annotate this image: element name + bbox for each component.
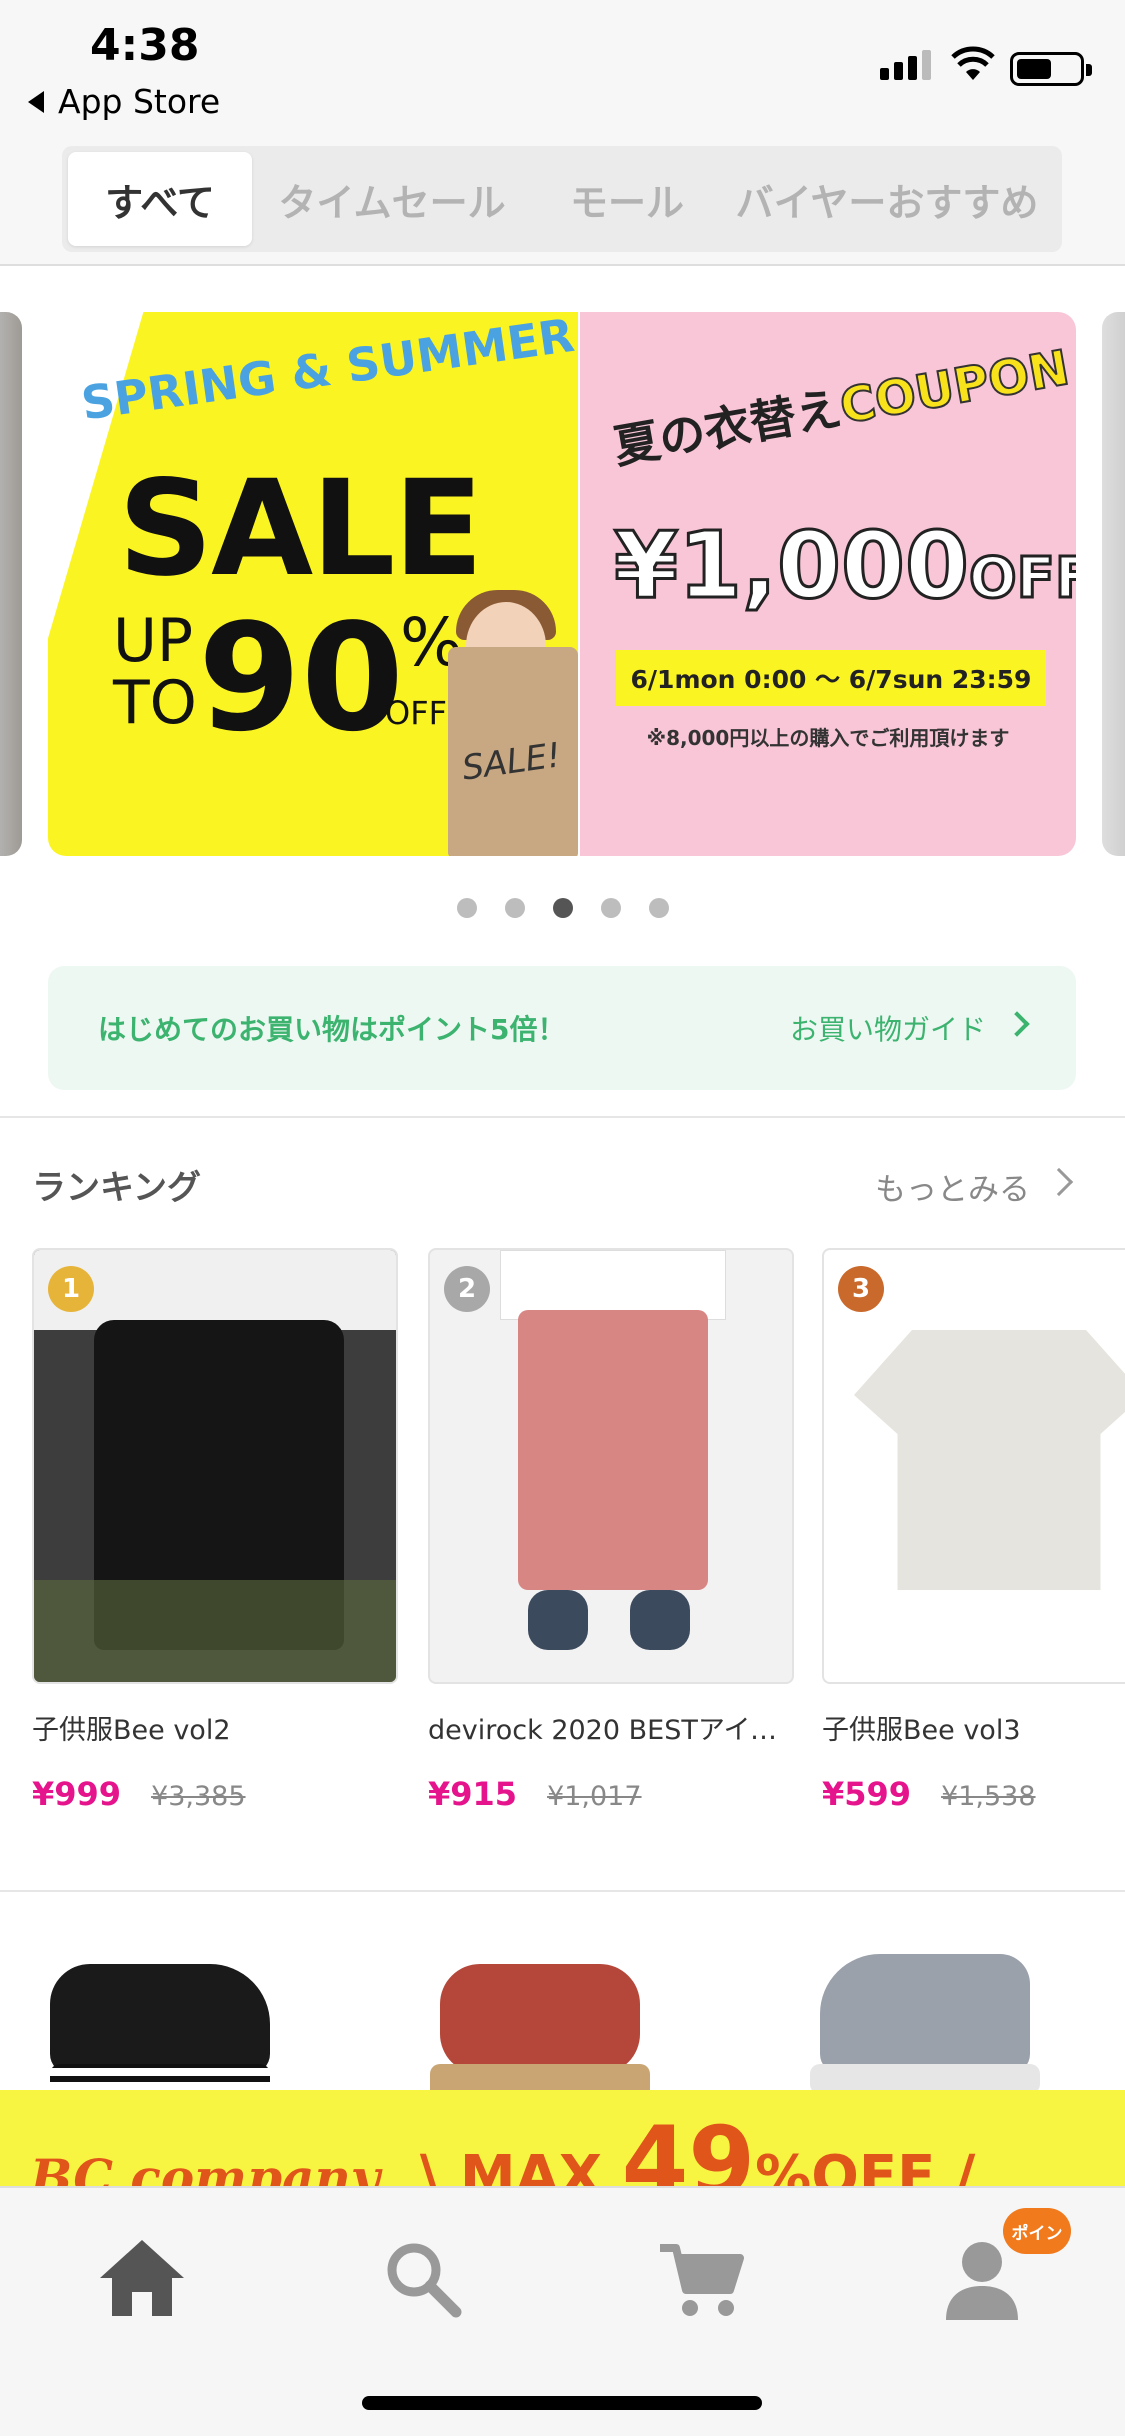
carousel-dot[interactable] xyxy=(456,898,477,918)
coupon-period: 6/1mon 0:00 ～ 6/7sun 23:59 xyxy=(616,650,1046,706)
tab-mall[interactable]: モール xyxy=(532,152,722,246)
banner-sale-panel: SPRING & SUMMER SALE UP TO 90 % OFF SALE! xyxy=(48,312,578,856)
product-original-price: ¥1,538 xyxy=(941,1781,1036,1812)
banner-sale-heading: SALE xyxy=(118,452,484,606)
back-to-app-store[interactable]: App Store xyxy=(28,82,220,121)
banner-off: OFF xyxy=(385,694,447,732)
back-app-label: App Store xyxy=(58,82,221,121)
ranking-item[interactable]: 1 子供服Bee vol2 ¥999 ¥3,385 xyxy=(32,1248,398,1813)
carousel-dot-active[interactable] xyxy=(552,898,573,918)
banner-peek-next[interactable] xyxy=(1102,312,1125,856)
category-tabs: すべて タイムセール モール バイヤーおすすめ xyxy=(62,146,1062,252)
back-arrow-icon xyxy=(28,90,44,113)
tab-all[interactable]: すべて xyxy=(68,152,252,246)
product-name[interactable]: 子供服Bee vol3 xyxy=(822,1708,1122,1747)
section-divider xyxy=(0,1890,1125,1892)
chevron-right-icon xyxy=(1044,1167,1074,1197)
carousel-dot[interactable] xyxy=(504,898,525,918)
point-badge: ポイン xyxy=(1003,2208,1071,2254)
product-name[interactable]: devirock 2020 BESTアイテム xyxy=(428,1708,794,1747)
category-tabs-bar: すべて タイムセール モール バイヤーおすすめ xyxy=(0,140,1125,266)
banner-carousel[interactable]: SPRING & SUMMER SALE UP TO 90 % OFF SALE!… xyxy=(0,312,1125,856)
first-purchase-points-text: はじめてのお買い物はポイント5倍！ xyxy=(98,1013,566,1046)
rank-badge-silver: 2 xyxy=(444,1266,490,1312)
promo-text: BC company \ MAX 49%OFF / xyxy=(30,2106,976,2186)
home-icon[interactable] xyxy=(92,2228,192,2328)
sandal-red-image xyxy=(420,1924,660,2104)
app-screen: 4:38 App Store すべて タイムセール モール バイヤーおすすめ S… xyxy=(0,0,1125,2436)
banner-coupon-panel: 夏の衣替えCOUPON ¥1,000OFF 6/1mon 0:00 ～ 6/7s… xyxy=(580,312,1076,856)
promo-banner-bc-company[interactable]: BC company \ MAX 49%OFF / xyxy=(0,1894,1125,2186)
ranking-item[interactable]: 3 子供服Bee vol3 ¥599 ¥1,538 xyxy=(822,1248,1125,1813)
banner-up-to: UP TO xyxy=(113,606,197,738)
search-icon[interactable] xyxy=(372,2228,472,2328)
product-price: ¥999 xyxy=(32,1775,122,1813)
sneaker-gray-image xyxy=(800,1924,1040,2104)
wifi-icon xyxy=(951,46,995,80)
coupon-amount: ¥1,000OFF xyxy=(612,511,1076,621)
tab-time-sale[interactable]: タイムセール xyxy=(252,152,532,246)
tab-buyer-recommend[interactable]: バイヤーおすすめ xyxy=(722,152,1052,246)
cart-icon[interactable] xyxy=(652,2228,752,2328)
coupon-note: ※8,000円以上の購入でご利用頂けます xyxy=(646,726,1010,750)
status-time: 4:38 xyxy=(90,20,200,71)
ranking-item[interactable]: 2 devirock 2020 BESTアイテム ¥915 ¥1,017 xyxy=(428,1248,794,1813)
chevron-right-icon xyxy=(1004,1011,1030,1037)
banner-peek-previous[interactable] xyxy=(0,312,22,856)
product-name[interactable]: 子供服Bee vol2 xyxy=(32,1708,398,1747)
coupon-title: 夏の衣替えCOUPON xyxy=(609,339,1075,475)
product-original-price: ¥1,017 xyxy=(547,1781,642,1812)
product-image[interactable]: 2 xyxy=(428,1248,794,1684)
battery-icon xyxy=(1010,52,1092,86)
home-indicator[interactable] xyxy=(362,2396,762,2410)
carousel-page-indicator xyxy=(0,898,1125,918)
rank-badge-bronze: 3 xyxy=(838,1266,884,1312)
banner-discount-value: 90 xyxy=(198,592,404,764)
product-price: ¥599 xyxy=(822,1775,912,1813)
see-more-link[interactable]: もっとみる xyxy=(875,1164,1030,1209)
banner-sale-coupon[interactable]: SPRING & SUMMER SALE UP TO 90 % OFF SALE!… xyxy=(48,312,1076,856)
shopping-guide-link[interactable]: お買い物ガイド xyxy=(790,1008,986,1048)
status-bar: 4:38 App Store xyxy=(0,0,1125,140)
shopping-guide-banner[interactable]: はじめてのお買い物はポイント5倍！ お買い物ガイド xyxy=(48,966,1076,1090)
product-image[interactable]: 1 xyxy=(32,1248,398,1684)
product-original-price: ¥3,385 xyxy=(151,1781,246,1812)
sandal-black-image xyxy=(40,1924,280,2104)
section-divider xyxy=(0,1116,1125,1118)
rank-badge-gold: 1 xyxy=(48,1266,94,1312)
ranking-title: ランキング xyxy=(32,1168,201,1208)
carousel-dot[interactable] xyxy=(600,898,621,918)
cellular-signal-icon xyxy=(880,50,931,80)
product-image[interactable]: 3 xyxy=(822,1248,1125,1684)
carousel-dot[interactable] xyxy=(648,898,669,918)
product-price: ¥915 xyxy=(428,1775,518,1813)
